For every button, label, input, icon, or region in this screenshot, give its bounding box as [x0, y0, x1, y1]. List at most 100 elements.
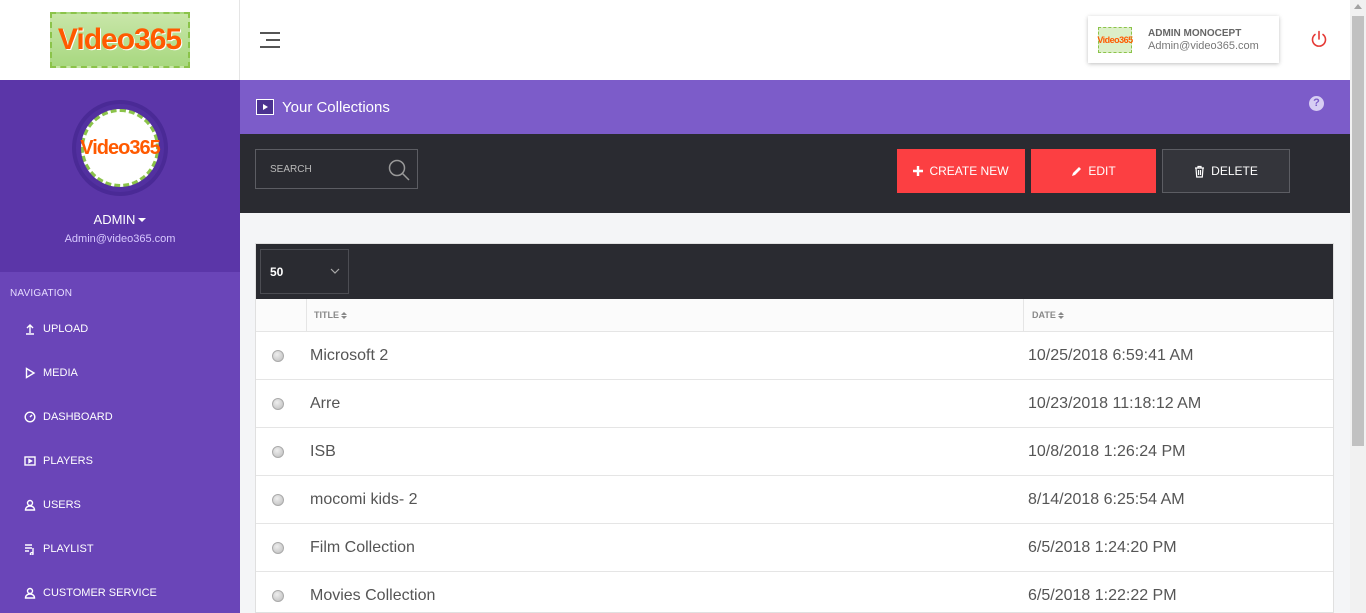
sort-icon [341, 311, 347, 319]
sidebar-item-label: DASHBOARD [43, 411, 113, 423]
player-icon [24, 455, 36, 467]
column-header-title[interactable]: TITLE [314, 310, 347, 320]
user-name: ADMIN MONOCEPT [1148, 27, 1242, 39]
page-title: Your Collections [282, 98, 390, 116]
sidebar-item-label: USERS [43, 499, 81, 511]
row-title: ISB [310, 443, 336, 460]
page-header: Your Collections ? [240, 80, 1350, 134]
sidebar-item-dashboard[interactable]: DASHBOARD [0, 395, 240, 439]
column-header-date[interactable]: DATE [1032, 310, 1064, 320]
table-header: TITLE DATE [256, 299, 1333, 332]
avatar: Video365 [72, 100, 168, 196]
search-box [255, 149, 418, 189]
table-row[interactable]: mocomi kids- 2 8/14/2018 6:25:54 AM [256, 476, 1333, 524]
table-row[interactable]: Arre 10/23/2018 11:18:12 AM [256, 380, 1333, 428]
logo-area: Video365 [0, 0, 240, 80]
row-radio[interactable] [272, 350, 284, 362]
profile-section: Video365 ADMIN Admin@video365.com [0, 80, 240, 272]
row-date: 6/5/2018 1:22:22 PM [1028, 587, 1177, 604]
search-input[interactable] [256, 163, 376, 175]
edit-label: EDIT [1088, 164, 1116, 178]
caret-down-icon [138, 217, 147, 222]
row-radio[interactable] [272, 590, 284, 602]
row-title: Microsoft 2 [310, 347, 389, 364]
user-info: ADMIN MONOCEPT Admin@video365.com [1148, 27, 1259, 53]
user-icon [24, 499, 36, 511]
row-title: Film Collection [310, 539, 415, 556]
user-icon [24, 587, 36, 599]
sidebar-item-users[interactable]: USERS [0, 483, 240, 527]
play-icon [24, 367, 36, 379]
profile-dropdown[interactable]: ADMIN [94, 212, 147, 227]
sidebar-item-playlist[interactable]: PLAYLIST [0, 527, 240, 571]
row-radio[interactable] [272, 398, 284, 410]
playlist-icon [24, 543, 36, 555]
column-date-label: DATE [1032, 310, 1056, 320]
column-title-label: TITLE [314, 310, 339, 320]
help-icon[interactable]: ? [1309, 96, 1324, 111]
collections-table: 50 TITLE DATE Microsoft 2 10/25/2018 6:5… [255, 243, 1334, 613]
user-email: Admin@video365.com [1148, 39, 1259, 52]
row-radio[interactable] [272, 446, 284, 458]
search-icon[interactable] [387, 158, 411, 182]
sidebar-item-label: MEDIA [43, 367, 78, 379]
create-new-label: CREATE NEW [929, 164, 1009, 178]
collection-icon [256, 99, 274, 115]
chevron-down-icon [330, 268, 340, 274]
trash-icon [1195, 165, 1205, 178]
scrollbar-thumb[interactable] [1352, 16, 1364, 446]
brand-logo-text: Video365 [57, 23, 182, 56]
nav-heading: NAVIGATION [10, 288, 73, 299]
edit-button[interactable]: EDIT [1031, 149, 1156, 193]
upload-icon [24, 323, 36, 335]
page-scrollbar[interactable] [1350, 0, 1366, 613]
row-radio[interactable] [272, 542, 284, 554]
scroll-up-icon[interactable] [1354, 4, 1362, 9]
row-date: 10/23/2018 11:18:12 AM [1028, 395, 1202, 412]
top-bar: Video365 ADMIN MONOCEPT Admin@video365.c… [240, 0, 1350, 80]
page-size-select[interactable]: 50 [260, 249, 349, 294]
create-new-button[interactable]: CREATE NEW [897, 149, 1025, 193]
sidebar-item-media[interactable]: MEDIA [0, 351, 240, 395]
menu-toggle-icon[interactable] [260, 32, 280, 48]
row-title: Movies Collection [310, 587, 436, 604]
profile-name: ADMIN [93, 212, 136, 227]
sidebar-item-customer-service[interactable]: CUSTOMER SERVICE [0, 571, 240, 613]
user-avatar-text: Video365 [1097, 34, 1133, 45]
row-title: mocomi kids- 2 [310, 491, 418, 508]
plus-icon [913, 166, 924, 176]
avatar-logo-text: Video365 [80, 136, 160, 159]
row-title: Arre [310, 395, 341, 412]
sort-icon [1057, 311, 1064, 319]
table-row[interactable]: Film Collection 6/5/2018 1:24:20 PM [256, 524, 1333, 572]
sidebar-item-players[interactable]: PLAYERS [0, 439, 240, 483]
table-row[interactable]: Movies Collection 6/5/2018 1:22:22 PM [256, 572, 1333, 613]
sidebar-item-label: PLAYERS [43, 455, 93, 467]
sidebar-item-label: UPLOAD [43, 323, 89, 335]
sidebar-item-upload[interactable]: UPLOAD [0, 307, 240, 351]
row-date: 10/25/2018 6:59:41 AM [1028, 347, 1194, 364]
row-radio[interactable] [272, 494, 284, 506]
row-date: 8/14/2018 6:25:54 AM [1028, 491, 1185, 508]
sidebar-item-label: PLAYLIST [43, 543, 94, 555]
brand-logo[interactable]: Video365 [49, 12, 190, 68]
user-menu[interactable]: Video365 ADMIN MONOCEPT Admin@video365.c… [1088, 16, 1279, 63]
table-controls: 50 [256, 244, 1333, 299]
profile-email: Admin@video365.com [64, 233, 176, 245]
nav-list: UPLOAD MEDIA DASHBOARD PLAYERS USERS PLA… [0, 307, 240, 613]
action-toolbar: CREATE NEW EDIT DELETE [240, 134, 1350, 213]
row-date: 6/5/2018 1:24:20 PM [1028, 539, 1177, 556]
avatar-logo: Video365 [80, 109, 161, 187]
sidebar-item-label: CUSTOMER SERVICE [43, 587, 157, 599]
delete-button[interactable]: DELETE [1162, 149, 1290, 193]
power-icon[interactable] [1309, 29, 1329, 49]
sidebar: Video365 ADMIN Admin@video365.com NAVIGA… [0, 80, 240, 613]
table-row[interactable]: Microsoft 2 10/25/2018 6:59:41 AM [256, 332, 1333, 380]
table-row[interactable]: ISB 10/8/2018 1:26:24 PM [256, 428, 1333, 476]
user-avatar: Video365 [1097, 26, 1133, 53]
gauge-icon [24, 411, 36, 423]
pencil-icon [1072, 166, 1082, 176]
delete-label: DELETE [1211, 164, 1258, 178]
page-size-value: 50 [270, 264, 284, 279]
row-date: 10/8/2018 1:26:24 PM [1028, 443, 1186, 460]
